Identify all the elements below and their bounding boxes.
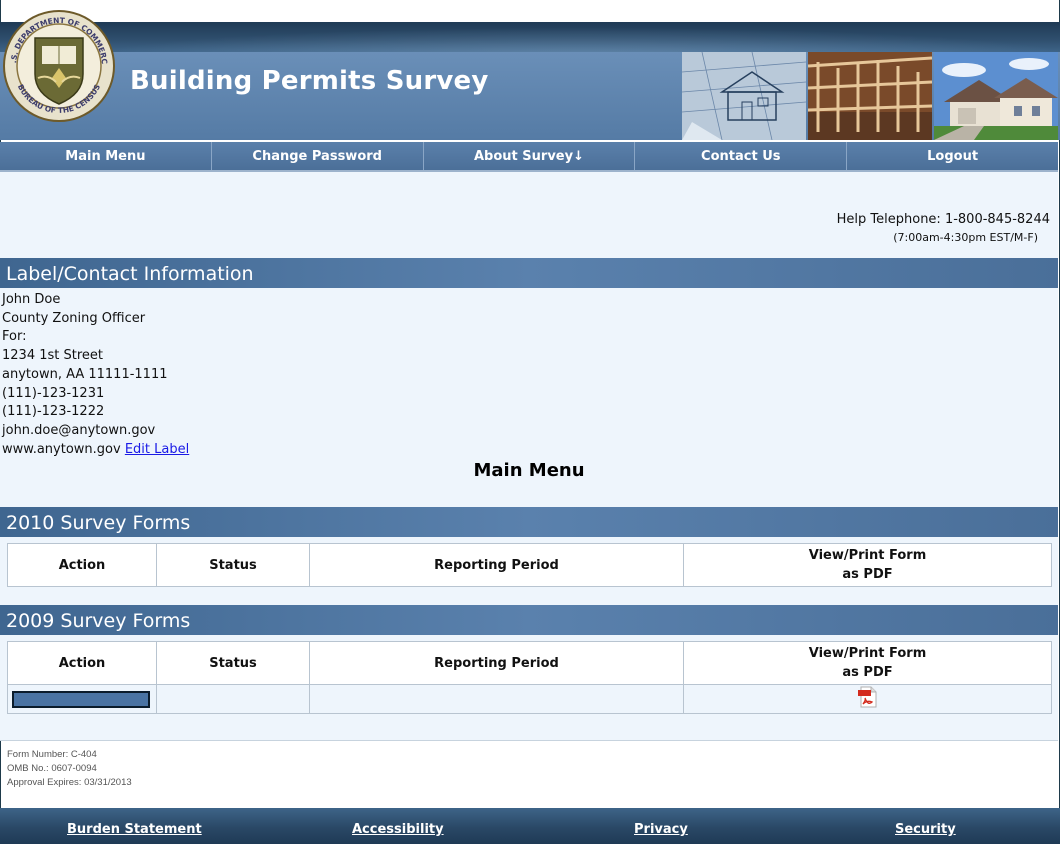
nav-main-menu[interactable]: Main Menu (0, 142, 212, 170)
nav-about-survey[interactable]: About Survey↓ (424, 142, 636, 170)
blueprint-house-image (682, 52, 806, 140)
finished-house-image (934, 52, 1058, 140)
survey-2009-header: 2009 Survey Forms (0, 605, 1058, 635)
contact-info: John Doe County Zoning Officer For: 1234… (2, 291, 189, 459)
form-number: Form Number: C-404 (7, 749, 97, 760)
action-button[interactable] (12, 690, 150, 708)
contact-email: john.doe@anytown.gov (2, 422, 156, 438)
survey-2010-table: Action Status Reporting Period View/Prin… (7, 543, 1052, 587)
action-cell (7, 684, 157, 714)
help-telephone: Help Telephone: 1-800-845-8244 (836, 212, 1050, 227)
header-photos (682, 52, 1060, 140)
contact-for: For: (2, 329, 27, 345)
footer: Burden Statement Accessibility Privacy S… (0, 808, 1060, 844)
nav-contact-us[interactable]: Contact Us (635, 142, 848, 170)
contact-section-header: Label/Contact Information (0, 258, 1058, 288)
footer-burden-statement[interactable]: Burden Statement (67, 822, 202, 837)
contact-phone-2: (111)-123-1222 (2, 404, 105, 420)
edit-label-link[interactable]: Edit Label (125, 442, 189, 457)
help-info: Help Telephone: 1-800-845-8244 (7:00am-4… (837, 212, 1050, 244)
survey-2010-header: 2010 Survey Forms (0, 507, 1058, 537)
contact-name: John Doe (2, 292, 61, 307)
help-hours: (7:00am-4:30pm EST/M-F) (893, 231, 1038, 244)
footer-security[interactable]: Security (895, 822, 956, 837)
census-bureau-seal: U.S. DEPARTMENT OF COMMERCE BUREAU OF TH… (0, 1, 116, 124)
col-status: Status (156, 641, 310, 685)
table-header-row: Action Status Reporting Period View/Prin… (7, 543, 1052, 587)
pdf-cell (683, 684, 1052, 714)
contact-street: 1234 1st Street (2, 348, 103, 364)
house-framing-image (808, 52, 932, 140)
table-header-row: Action Status Reporting Period View/Prin… (7, 641, 1052, 685)
col-reporting-period: Reporting Period (309, 543, 684, 587)
omb-number: OMB No.: 0607-0094 (7, 763, 97, 774)
col-view-print-pdf: View/Print Form as PDF (683, 543, 1052, 587)
col-reporting-period: Reporting Period (309, 641, 684, 685)
approval-expires: Approval Expires: 03/31/2013 (7, 777, 132, 788)
col-view-print-pdf: View/Print Form as PDF (683, 641, 1052, 685)
contact-website-line: www.anytown.gov Edit Label (2, 441, 189, 460)
nav-change-password[interactable]: Change Password (212, 142, 424, 170)
survey-2009-table: Action Status Reporting Period View/Prin… (7, 641, 1052, 714)
table-row (7, 684, 1052, 714)
status-cell (156, 684, 310, 714)
nav-logout[interactable]: Logout (847, 142, 1058, 170)
pdf-icon[interactable] (857, 686, 879, 712)
main-menu-heading: Main Menu (473, 460, 585, 481)
col-action: Action (7, 543, 157, 587)
col-action: Action (7, 641, 157, 685)
form-meta: Form Number: C-404 OMB No.: 0607-0094 Ap… (7, 748, 132, 790)
contact-phone-1: (111)-123-1231 (2, 385, 105, 401)
main-nav: Main Menu Change Password About Survey↓ … (0, 142, 1058, 172)
top-decor-bar (0, 22, 1060, 52)
col-status: Status (156, 543, 310, 587)
footer-divider (0, 740, 1058, 741)
footer-privacy[interactable]: Privacy (634, 822, 688, 837)
contact-title: County Zoning Officer (2, 310, 146, 326)
contact-website: www.anytown.gov (2, 441, 121, 457)
footer-accessibility[interactable]: Accessibility (352, 822, 444, 837)
reporting-period-cell (309, 684, 684, 714)
page-title: Building Permits Survey (130, 66, 489, 96)
contact-city: anytown, AA 11111-1111 (2, 366, 168, 382)
